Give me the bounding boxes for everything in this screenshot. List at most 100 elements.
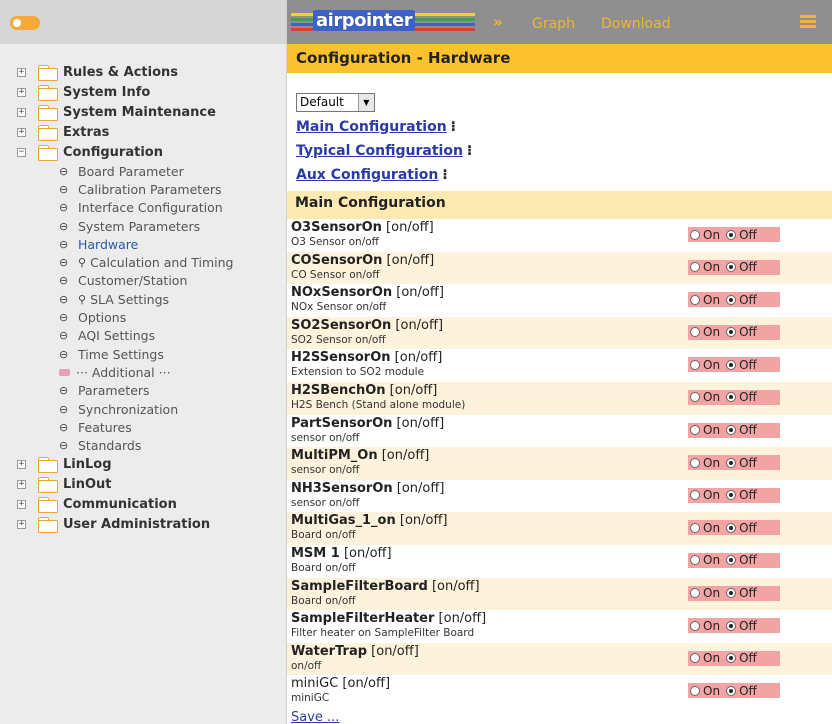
sidebar-item-sla-settings[interactable]: ⊖ ⚲ SLA Settings [0, 290, 287, 308]
folder-icon [38, 104, 58, 121]
off-radio[interactable] [726, 522, 737, 533]
nav-tree: + Rules & Actions + System Info + System Main… [0, 62, 287, 535]
sidebar-item-board-parameter[interactable]: ⊖ Board Parameter [0, 162, 287, 180]
off-radio[interactable] [726, 327, 737, 338]
sidebar-item-options[interactable]: ⊖ Options [0, 308, 287, 326]
off-radio[interactable] [726, 685, 737, 696]
on-radio[interactable] [690, 620, 700, 631]
config-controls: Default ▼ Main Configuration ⁝ Typical Co… [287, 73, 832, 184]
expand-icon[interactable]: + [17, 67, 26, 77]
sidebar-folder-linout[interactable]: + LinOut [0, 475, 287, 495]
sidebar-item-parameters[interactable]: ⊖ Parameters [0, 382, 287, 400]
airpointer-logo[interactable]: airpointer [291, 10, 479, 34]
sidebar-item-features[interactable]: ⊖ Features [0, 418, 287, 436]
table-row: PartSensorOn [on/off] sensor on/off On Off [287, 415, 832, 448]
sidebar-folder-system-maintenance[interactable]: + System Maintenance [0, 102, 287, 122]
on-radio[interactable] [690, 653, 700, 664]
off-radio[interactable] [726, 555, 737, 566]
sidebar-item-interface-configuration[interactable]: ⊖ Interface Configuration [0, 199, 287, 217]
off-radio[interactable] [726, 262, 737, 273]
graph-link[interactable]: Graph [532, 16, 575, 32]
on-radio[interactable] [690, 425, 700, 436]
sidebar-item-customer-station[interactable]: ⊖ Customer/Station [0, 272, 287, 290]
sidebar-header [0, 0, 286, 44]
on-radio[interactable] [690, 457, 700, 468]
off-radio[interactable] [726, 620, 737, 631]
on-radio[interactable] [690, 555, 700, 566]
on-off-toggle: On Off [688, 455, 780, 471]
main-configuration-link[interactable]: Main Configuration ⁝ [296, 119, 832, 136]
sidebar-item-standards[interactable]: ⊖ Standards [0, 436, 287, 454]
on-off-toggle: On Off [688, 520, 780, 536]
off-radio[interactable] [726, 392, 737, 403]
off-radio[interactable] [726, 457, 737, 468]
expand-icon[interactable]: + [17, 500, 26, 510]
sidebar-folder-extras[interactable]: + Extras [0, 122, 287, 142]
more-dots-icon: ⁝ [466, 142, 473, 159]
expand-icon[interactable]: + [17, 107, 26, 117]
off-label: Off [739, 683, 757, 698]
download-link[interactable]: Download [601, 16, 671, 32]
sidebar-item-calibration-parameters[interactable]: ⊖ Calibration Parameters [0, 180, 287, 198]
off-radio[interactable] [726, 653, 737, 664]
off-radio[interactable] [726, 425, 737, 436]
link-icon: ⊖ [59, 347, 69, 361]
off-label: Off [739, 586, 757, 601]
typical-configuration-link[interactable]: Typical Configuration ⁝ [296, 143, 832, 160]
sidebar-toggle[interactable] [10, 16, 40, 30]
sidebar-folder-system-info[interactable]: + System Info [0, 82, 287, 102]
expand-icon[interactable]: + [17, 460, 26, 470]
on-radio[interactable] [690, 229, 700, 240]
sidebar-folder-label: User Administration [63, 517, 211, 533]
aux-configuration-link[interactable]: Aux Configuration ⁝ [296, 167, 832, 184]
off-label: Off [739, 292, 757, 307]
on-radio[interactable] [690, 490, 700, 501]
on-label: On [703, 423, 721, 438]
link-icon: ⊖ [59, 201, 69, 215]
on-radio[interactable] [690, 327, 700, 338]
on-radio[interactable] [690, 294, 700, 305]
sidebar-item-calculation-and-timing[interactable]: ⊖ ⚲ Calculation and Timing [0, 253, 287, 271]
sidebar-folder-user-administration[interactable]: + User Administration [0, 515, 287, 535]
sidebar-folder-rules-actions[interactable]: + Rules & Actions [0, 62, 287, 82]
config-select[interactable]: Default ▼ [296, 92, 375, 112]
on-radio[interactable] [690, 522, 700, 533]
on-label: On [703, 325, 721, 340]
table-row: H2SSensorOn [on/off] Extension to SO2 mod… [287, 349, 832, 382]
off-radio[interactable] [726, 359, 737, 370]
sidebar-item-label: Synchronization [78, 401, 179, 417]
link-icon: ⊖ [59, 384, 69, 398]
expand-icon[interactable]: + [17, 87, 26, 97]
off-radio[interactable] [726, 588, 737, 599]
page-title: Configuration - Hardware [287, 44, 832, 73]
sidebar-folder-linlog[interactable]: + LinLog [0, 455, 287, 475]
on-radio[interactable] [690, 588, 700, 599]
sidebar-item-hardware[interactable]: ⊖ Hardware [0, 235, 287, 253]
on-radio[interactable] [690, 685, 700, 696]
off-label: Off [739, 488, 757, 503]
expand-icon[interactable]: + [17, 127, 26, 137]
expand-icon[interactable]: + [17, 480, 26, 490]
off-radio[interactable] [726, 490, 737, 501]
on-off-toggle: On Off [688, 259, 780, 275]
sidebar-item-synchronization[interactable]: ⊖ Synchronization [0, 400, 287, 418]
on-label: On [703, 260, 721, 275]
hamburger-menu-icon[interactable] [800, 15, 816, 29]
collapse-icon[interactable]: − [17, 147, 26, 157]
sidebar-item-label: Time Settings [78, 346, 164, 362]
save-link[interactable]: Save ... [291, 710, 339, 724]
off-radio[interactable] [726, 229, 737, 240]
sidebar-item-time-settings[interactable]: ⊖ Time Settings [0, 345, 287, 363]
on-radio[interactable] [690, 262, 700, 273]
on-radio[interactable] [690, 392, 700, 403]
sidebar-folder-communication[interactable]: + Communication [0, 495, 287, 515]
sidebar-item-additional[interactable]: ··· Additional ··· [0, 363, 287, 381]
sidebar-item-aqi-settings[interactable]: ⊖ AQI Settings [0, 327, 287, 345]
sidebar-item-system-parameters[interactable]: ⊖ System Parameters [0, 217, 287, 235]
off-radio[interactable] [726, 294, 737, 305]
on-label: On [703, 651, 721, 666]
sidebar-folder-configuration[interactable]: − Configuration [0, 142, 287, 162]
on-radio[interactable] [690, 359, 700, 370]
expand-icon[interactable]: + [17, 520, 26, 530]
on-label: On [703, 553, 721, 568]
